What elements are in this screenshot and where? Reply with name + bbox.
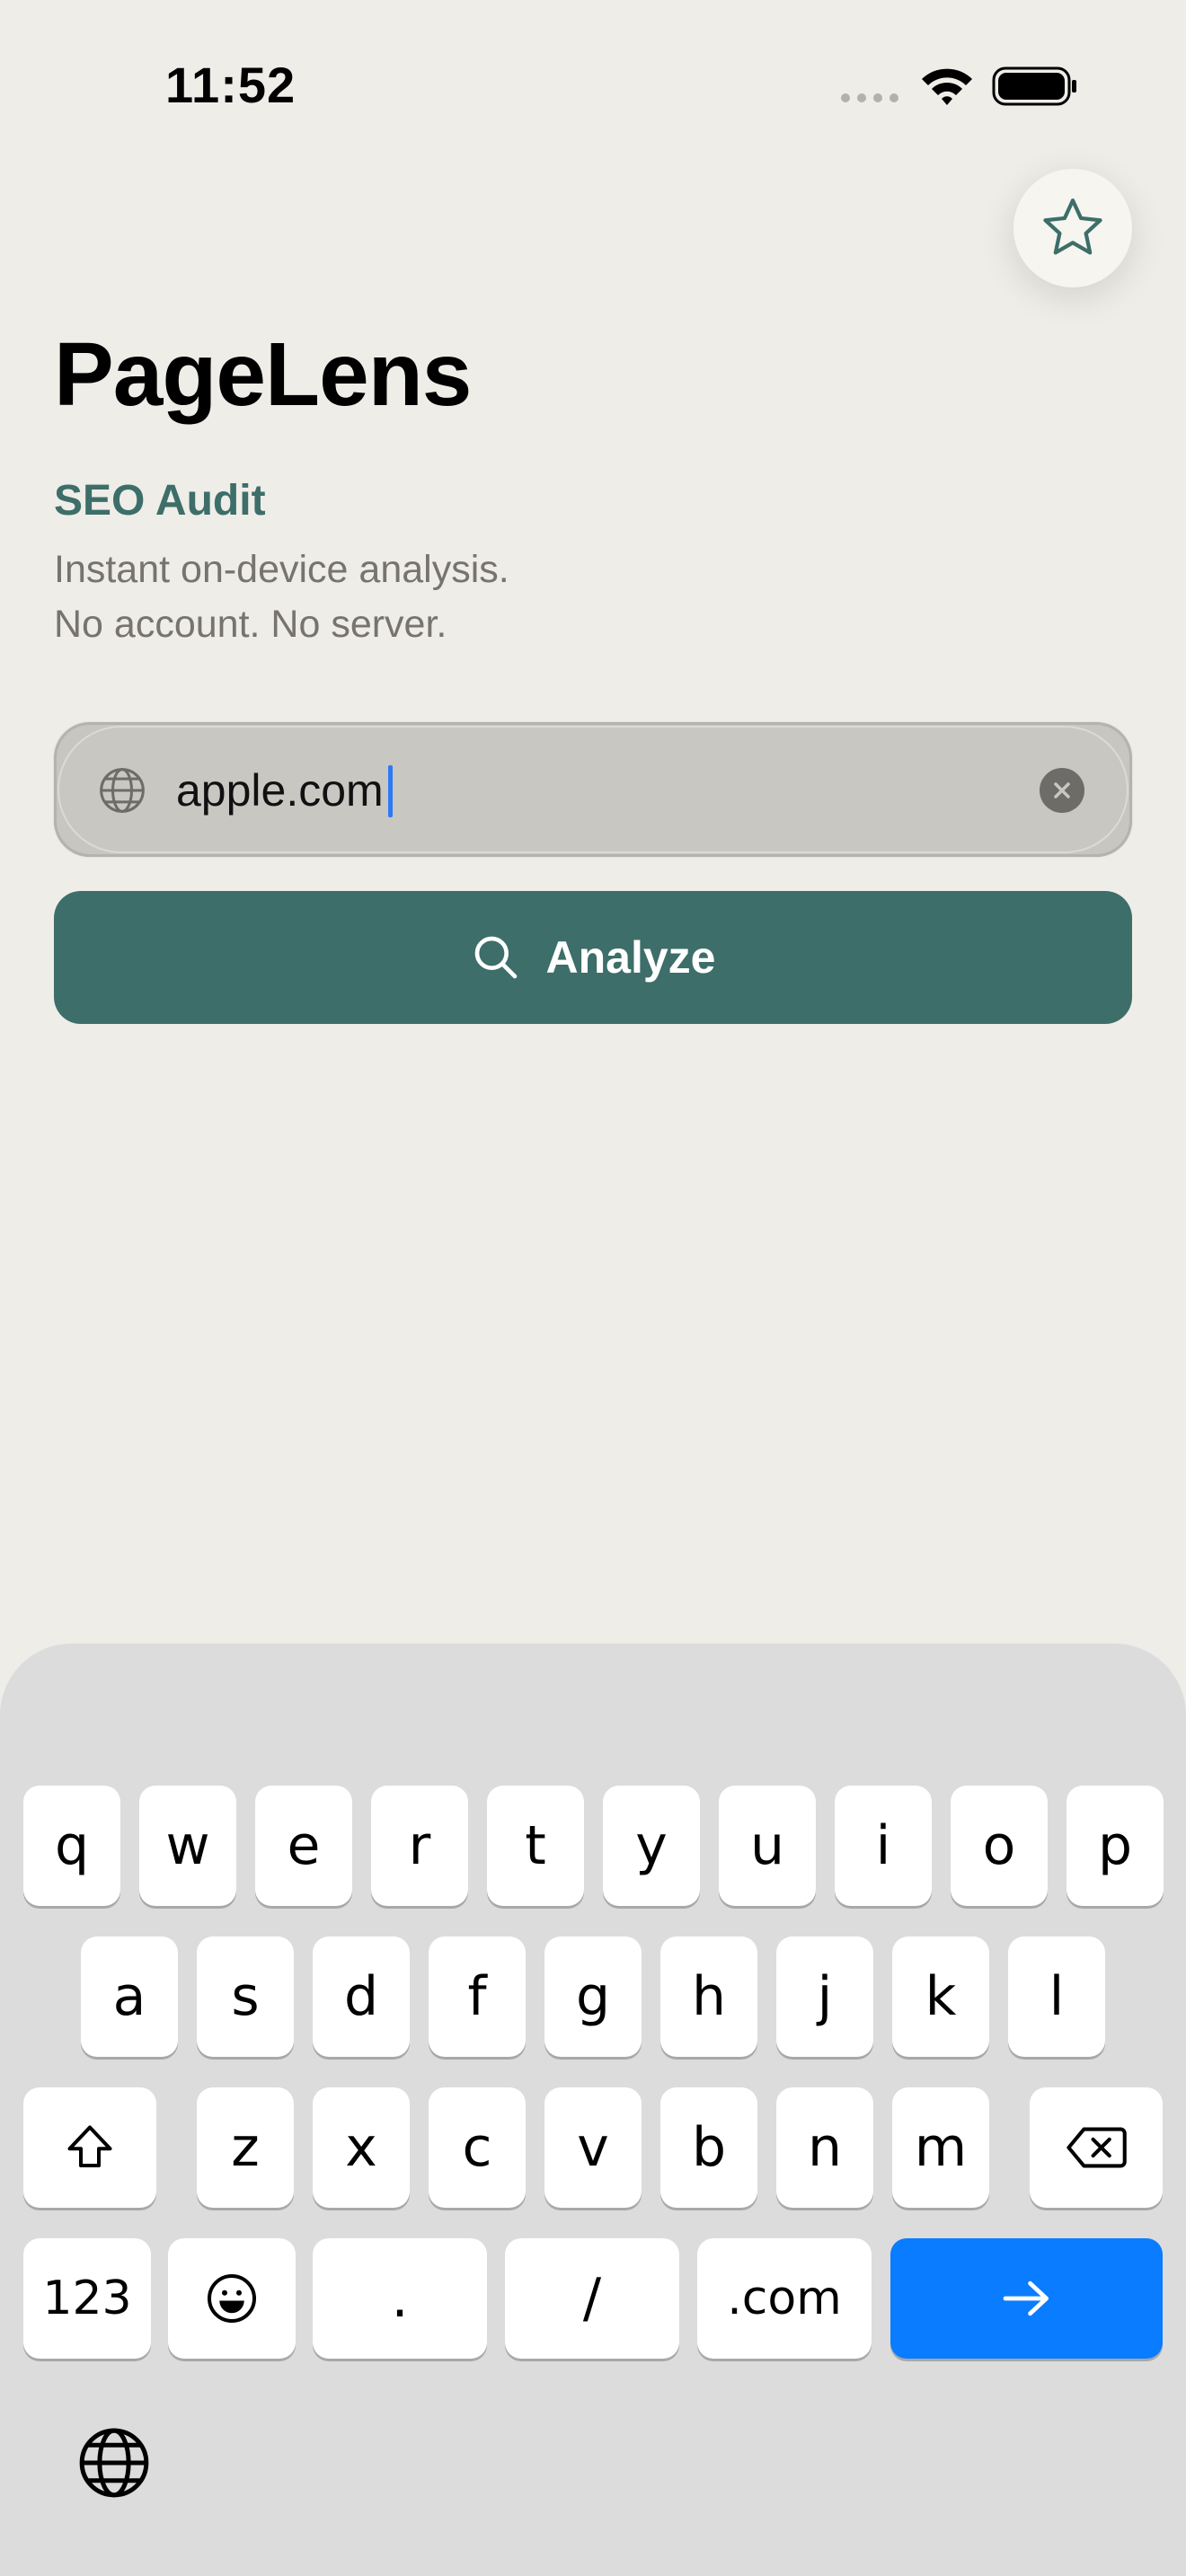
- key-c[interactable]: c: [429, 2087, 526, 2208]
- favorites-button[interactable]: [1013, 169, 1132, 287]
- wifi-icon: [918, 65, 976, 112]
- key-h[interactable]: h: [660, 1936, 757, 2057]
- cellular-signal-icon: [841, 93, 898, 102]
- key-m[interactable]: m: [892, 2087, 989, 2208]
- key-l[interactable]: l: [1008, 1936, 1105, 2057]
- app-title: PageLens: [54, 324, 472, 425]
- numbers-key[interactable]: 123: [23, 2238, 151, 2359]
- status-time: 11:52: [165, 57, 296, 113]
- shift-icon: [67, 2125, 112, 2167]
- key-z[interactable]: z: [197, 2087, 294, 2208]
- key-r[interactable]: r: [371, 1786, 468, 1906]
- delete-key[interactable]: [1030, 2087, 1163, 2208]
- shift-key[interactable]: [23, 2087, 156, 2208]
- dotcom-key[interactable]: .com: [697, 2238, 872, 2359]
- key-t[interactable]: t: [487, 1786, 584, 1906]
- text-caret: [388, 765, 393, 817]
- key-x[interactable]: x: [313, 2087, 410, 2208]
- dot-key[interactable]: .: [313, 2238, 487, 2359]
- key-f[interactable]: f: [429, 1936, 526, 2057]
- arrow-right-icon: [1003, 2280, 1049, 2316]
- description-line-1: Instant on-device analysis.: [54, 548, 509, 591]
- key-q[interactable]: q: [23, 1786, 120, 1906]
- app-subtitle: SEO Audit: [54, 477, 266, 525]
- key-b[interactable]: b: [660, 2087, 757, 2208]
- url-input-value[interactable]: apple.com: [176, 764, 384, 816]
- keyboard-globe-icon: [79, 2428, 149, 2498]
- key-p[interactable]: p: [1067, 1786, 1164, 1906]
- key-i[interactable]: i: [835, 1786, 932, 1906]
- go-key[interactable]: [890, 2238, 1163, 2359]
- analyze-label: Analyze: [545, 932, 716, 983]
- slash-key[interactable]: /: [505, 2238, 679, 2359]
- analyze-button[interactable]: Analyze: [54, 891, 1132, 1024]
- battery-icon: [992, 65, 1078, 112]
- keyboard-globe-button[interactable]: [75, 2424, 153, 2506]
- delete-icon: [1067, 2127, 1127, 2168]
- key-n[interactable]: n: [776, 2087, 873, 2208]
- key-u[interactable]: u: [719, 1786, 816, 1906]
- key-e[interactable]: e: [255, 1786, 352, 1906]
- key-s[interactable]: s: [197, 1936, 294, 2057]
- app-description: Instant on-device analysis. No account. …: [54, 543, 509, 652]
- key-o[interactable]: o: [951, 1786, 1048, 1906]
- key-v[interactable]: v: [544, 2087, 642, 2208]
- key-j[interactable]: j: [776, 1936, 873, 2057]
- emoji-key[interactable]: [168, 2238, 296, 2359]
- globe-icon: [97, 765, 147, 820]
- key-w[interactable]: w: [139, 1786, 236, 1906]
- key-k[interactable]: k: [892, 1936, 989, 2057]
- keyboard: q w e r t y u i o p a s d f g h j k l z …: [0, 1644, 1186, 2576]
- clear-button[interactable]: [1040, 768, 1084, 813]
- search-icon: [474, 936, 517, 979]
- clear-icon: [1054, 782, 1070, 798]
- key-a[interactable]: a: [81, 1936, 178, 2057]
- key-g[interactable]: g: [544, 1936, 642, 2057]
- key-y[interactable]: y: [603, 1786, 700, 1906]
- emoji-icon: [208, 2274, 256, 2323]
- key-d[interactable]: d: [313, 1936, 410, 2057]
- description-line-2: No account. No server.: [54, 603, 447, 646]
- star-icon: [1043, 198, 1102, 255]
